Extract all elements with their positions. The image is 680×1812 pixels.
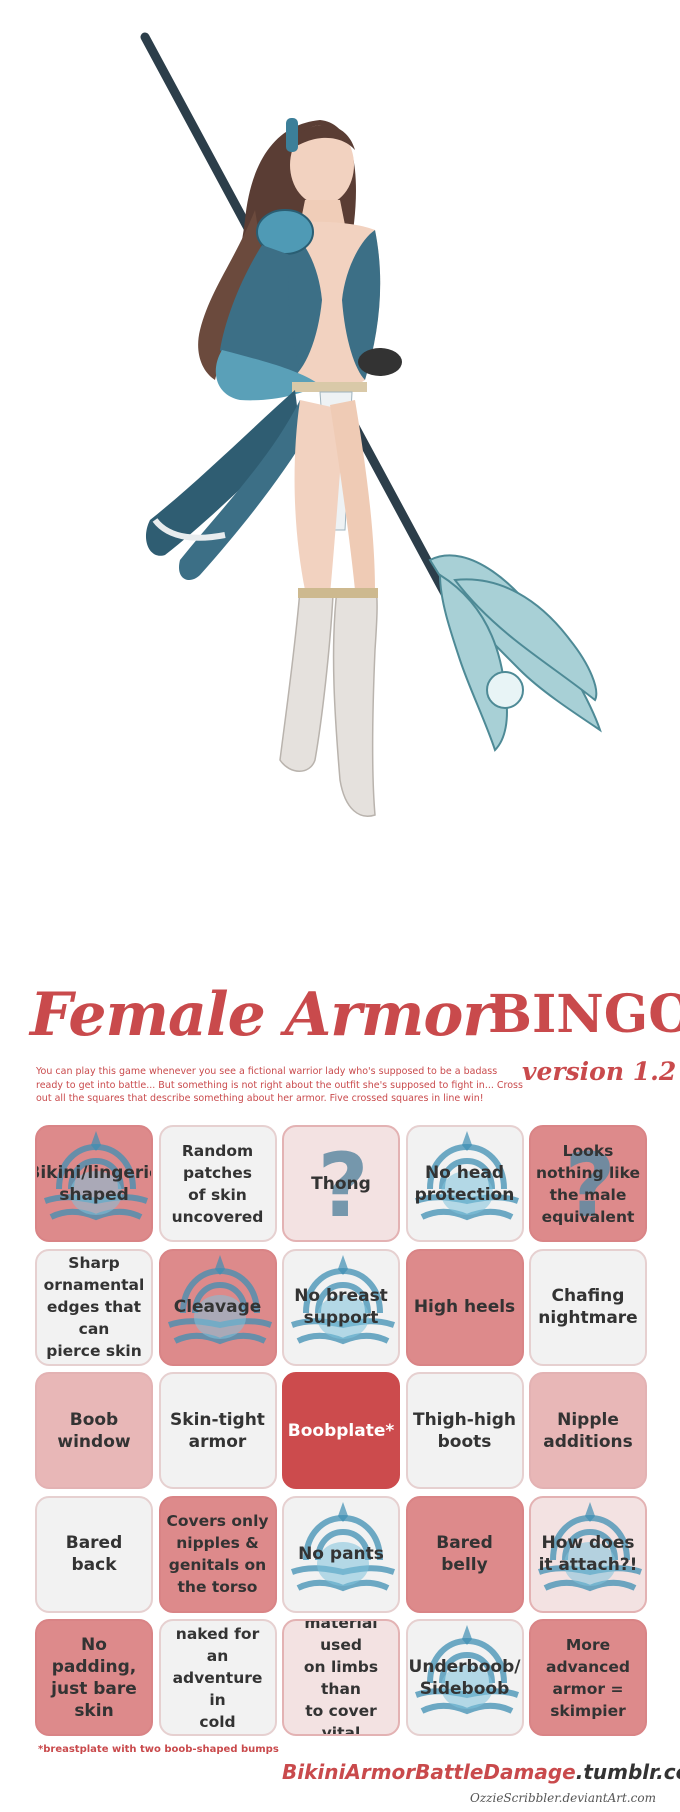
bingo-cell[interactable]: No breast support [282, 1248, 400, 1366]
bingo-cell-label: More advanced armor = skimpier [546, 1635, 630, 1720]
bingo-cell-label: Random patches of skin uncovered [171, 1141, 264, 1226]
bingo-cell[interactable]: Chafing nightmare [529, 1248, 647, 1366]
intro-text: You can play this game whenever you see … [36, 1066, 523, 1104]
bingo-cell-label: Bared belly [436, 1533, 493, 1575]
bingo-cell-label: No head protection [414, 1162, 515, 1205]
bingo-cell[interactable]: Bikini/lingerie shaped [35, 1125, 153, 1242]
bingo-cell-label: How does it attach?! [538, 1533, 638, 1575]
bingo-cell[interactable]: Boob window [35, 1372, 153, 1489]
site-url-red: BikiniArmorBattleDamage [282, 1760, 576, 1784]
bingo-cell[interactable]: Sharp ornamental edges that can pierce s… [35, 1248, 153, 1366]
bingo-cell[interactable]: Bared belly [405, 1495, 524, 1613]
bingo-cell-label: No breast support [294, 1286, 388, 1328]
bingo-cell-label: Almost naked for an adventure in cold cl… [172, 1624, 263, 1731]
footnote: *breastplate with two boob-shaped bumps [38, 1744, 279, 1755]
bingo-cell-label: Chafing nightmare [538, 1286, 638, 1328]
bingo-cell[interactable]: Bared back [35, 1495, 153, 1613]
bingo-cell[interactable]: Boobplate* [282, 1372, 400, 1489]
bingo-cell-label: Skin-tight armor [170, 1409, 265, 1452]
version-label: version 1.2 [522, 1057, 677, 1086]
bingo-cell-label: Covers only nipples & genitals on the to… [166, 1512, 269, 1596]
bingo-cell-label: Cleavage [173, 1297, 262, 1317]
bingo-cell-label: More material used on limbs than to cove… [303, 1619, 379, 1736]
bingo-cell[interactable]: Cleavage [158, 1248, 277, 1366]
title-script: Female Armor [30, 980, 494, 1050]
bingo-cell[interactable]: More material used on limbs than to cove… [282, 1619, 400, 1736]
site-url: BikiniArmorBattleDamage.tumblr.com [282, 1760, 680, 1784]
bingo-cell[interactable]: No pants [282, 1495, 400, 1613]
bingo-cell[interactable]: How does it attach?! [529, 1495, 647, 1613]
warrior-illustration [140, 32, 602, 817]
bingo-cell-label: Bared back [65, 1533, 123, 1575]
bingo-cell[interactable]: Covers only nipples & genitals on the to… [158, 1495, 277, 1613]
bingo-cell[interactable]: Almost naked for an adventure in cold cl… [158, 1619, 277, 1736]
artist-credit: OzzieScribbler.deviantArt.com [470, 1791, 656, 1805]
bingo-cell-label: High heels [413, 1297, 516, 1317]
bingo-cell-label: Boob window [57, 1409, 131, 1452]
bingo-grid: Bikini/lingerie shaped Random patches of … [35, 1125, 650, 1745]
bingo-cell-label: Nipple additions [543, 1409, 633, 1452]
bingo-cell[interactable]: ? Thong [282, 1125, 400, 1242]
bingo-cell-label: Thigh-high boots [412, 1409, 517, 1452]
bingo-cell-label: Boobplate* [287, 1420, 395, 1441]
bingo-cell[interactable]: No head protection [405, 1125, 524, 1242]
bingo-cell-label: No pants [298, 1544, 384, 1564]
title-bingo: BINGO [488, 984, 680, 1045]
bingo-cell[interactable]: Thigh-high boots [405, 1372, 524, 1489]
bingo-cell[interactable]: Underboob/ Sideboob [405, 1619, 524, 1736]
bingo-cell-label: No padding, just bare skin [51, 1634, 137, 1721]
bingo-title: Female Armor BINGO [30, 980, 680, 1060]
bingo-cell[interactable]: Nipple additions [529, 1372, 647, 1489]
bingo-cell-label: Bikini/lingerie shaped [37, 1162, 151, 1205]
bingo-cell[interactable]: High heels [405, 1248, 524, 1366]
bingo-cell-label: Looks nothing like the male equivalent [536, 1141, 640, 1226]
bingo-cell[interactable]: Skin-tight armor [158, 1372, 277, 1489]
bingo-cell-label: Sharp ornamental edges that can pierce s… [43, 1254, 145, 1360]
site-url-dark: .tumblr.com [575, 1760, 680, 1784]
bingo-cell-label: Underboob/ Sideboob [408, 1656, 521, 1699]
bingo-cell[interactable]: More advanced armor = skimpier [529, 1619, 647, 1736]
bingo-cell-label: Thong [311, 1173, 371, 1194]
bingo-cell[interactable]: No padding, just bare skin [35, 1619, 153, 1736]
bingo-cell[interactable]: Random patches of skin uncovered [158, 1125, 277, 1242]
bingo-cell[interactable]: ? Looks nothing like the male equivalent [529, 1125, 647, 1242]
